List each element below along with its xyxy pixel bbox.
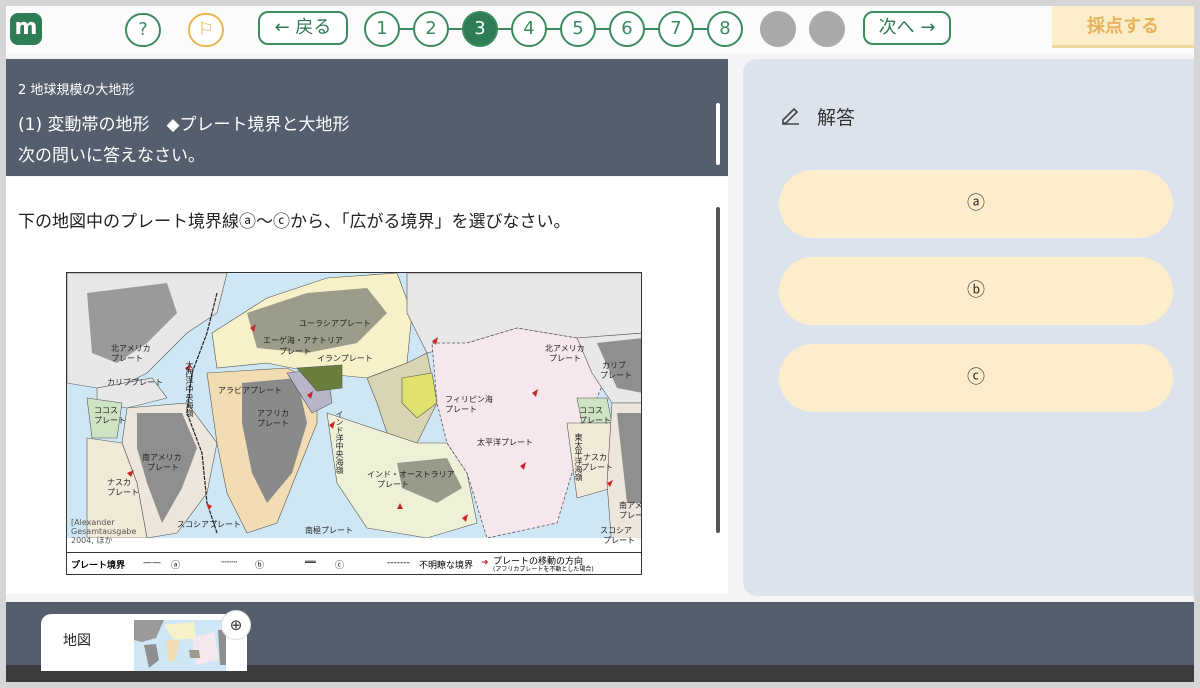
label-indo-australian: インド・オーストラリア xyxy=(367,470,455,479)
label-caribbean-right: カリブ xyxy=(602,361,626,370)
question-prompt: 下の地図中のプレート境界線ⓐ〜ⓒから、「広がる境界」を選びなさい。 xyxy=(18,212,571,232)
label-nazca-left: ナスカ xyxy=(107,478,131,487)
choice-b-button[interactable]: ⓑ xyxy=(779,257,1173,325)
label-south-america-left: 南アメリカ xyxy=(142,453,182,462)
label-scotia-right-plate: プレート xyxy=(603,536,635,545)
legend-title: プレート境界 xyxy=(71,561,126,571)
zoom-in-icon[interactable]: ⊕ xyxy=(221,610,251,640)
label-north-america-right-plate: プレート xyxy=(549,354,581,363)
header-scrollbar[interactable] xyxy=(716,103,720,165)
question-instruction: 次の問いに答えなさい。 xyxy=(18,146,205,166)
answer-title: 解答 xyxy=(817,107,856,129)
step-3-current[interactable]: 3 xyxy=(462,11,498,47)
step-1[interactable]: 1 xyxy=(364,11,400,47)
step-7[interactable]: 7 xyxy=(658,11,694,47)
body-scrollbar[interactable] xyxy=(716,207,720,533)
map-thumbnail[interactable] xyxy=(134,620,226,671)
label-africa: アフリカ xyxy=(257,409,289,418)
label-caribbean-left: カリブプレート xyxy=(107,378,163,387)
label-nazca-right-plate: プレート xyxy=(581,463,613,472)
step-5[interactable]: 5 xyxy=(560,11,596,47)
label-philippine-plate: プレート xyxy=(445,405,477,414)
label-scotia-left: スコシアプレート xyxy=(177,520,241,529)
legend-a: ⓐ xyxy=(171,561,181,571)
legend-dotted-line: ------- xyxy=(387,558,410,568)
label-south-america-left-plate: プレート xyxy=(147,463,179,472)
app-logo: m xyxy=(10,13,42,45)
top-bar: m ? ⚐ ← 戻る 1 2 3 4 5 6 7 8 次へ → 採点する xyxy=(6,6,1194,54)
legend-line-a: —— xyxy=(143,558,161,568)
label-east-pacific-rise: 東太平洋海嶺 xyxy=(574,433,583,481)
label-aegean: エーゲ海・アナトリア xyxy=(263,336,343,345)
label-scotia-right: スコシア xyxy=(600,526,632,535)
label-antarctic: 南極プレート xyxy=(305,526,353,535)
label-pacific: 太平洋プレート xyxy=(477,438,533,447)
label-eurasia: ユーラシアプレート xyxy=(299,319,371,328)
label-nazca-left-plate: プレート xyxy=(107,488,139,497)
section-title: 2 地球規模の大地形 xyxy=(18,83,135,98)
label-cocos-left: ココス xyxy=(94,406,118,415)
flag-button[interactable]: ⚐ xyxy=(188,13,224,47)
step-2[interactable]: 2 xyxy=(413,11,449,47)
map-tab-label: 地図 xyxy=(63,633,91,649)
score-button[interactable]: 採点する xyxy=(1052,6,1194,48)
step-8[interactable]: 8 xyxy=(707,11,743,47)
step-9-disabled xyxy=(760,11,796,47)
step-10-disabled xyxy=(809,11,845,47)
help-button[interactable]: ? xyxy=(125,13,161,47)
legend-line-c: ══ xyxy=(305,558,316,568)
label-aegean-plate: プレート xyxy=(279,347,311,356)
step-4[interactable]: 4 xyxy=(511,11,547,47)
legend-unclear: 不明瞭な境界 xyxy=(419,561,474,571)
legend-c: ⓒ xyxy=(335,561,345,571)
step-6[interactable]: 6 xyxy=(609,11,645,47)
choice-c-button[interactable]: ⓒ xyxy=(779,344,1173,412)
question-header: 2 地球規模の大地形 (1) 変動帯の地形 ◆プレート境界と大地形 次の問いに答… xyxy=(6,59,728,176)
map-thumbnail-drawing xyxy=(134,620,226,671)
label-south-america-right-plate: プレート xyxy=(619,511,641,520)
pencil-icon xyxy=(782,107,799,125)
label-caribbean-right-plate: プレート xyxy=(600,371,632,380)
question-body: 下の地図中のプレート境界線ⓐ〜ⓒから、「広がる境界」を選びなさい。 ユーラシアプ… xyxy=(6,177,728,594)
label-north-america-left: 北アメリカ xyxy=(111,344,151,353)
label-iran: イランプレート xyxy=(317,354,373,363)
label-south-america-right: 南アメリカ xyxy=(619,501,642,510)
label-mid-atlantic-ridge: 大西洋中央海嶺 xyxy=(185,361,194,417)
legend-arrow-note: (アフリカプレートを不動とした場合) xyxy=(493,566,594,573)
label-cocos-right: ココス xyxy=(579,406,603,415)
label-cocos-right-plate: プレート xyxy=(579,416,611,425)
label-indo-australian-plate: プレート xyxy=(377,480,409,489)
question-title: (1) 変動帯の地形 ◆プレート境界と大地形 xyxy=(18,115,350,135)
next-button[interactable]: 次へ → xyxy=(863,11,951,45)
legend-arrow-icon: ➜ xyxy=(481,558,489,568)
label-north-america-left-plate: プレート xyxy=(111,354,143,363)
plate-map-drawing xyxy=(67,273,641,553)
map-legend: プレート境界 —— ⓐ ┄┄┄ ⓑ ══ ⓒ ------- 不明瞭な境界 ➜ … xyxy=(67,552,641,574)
label-arabia: アラビアプレート xyxy=(218,386,282,395)
legend-b: ⓑ xyxy=(255,561,265,571)
legend-line-b: ┄┄┄ xyxy=(221,558,238,568)
label-north-america-right: 北アメリカ xyxy=(545,344,585,353)
label-cocos-left-plate: プレート xyxy=(94,416,126,425)
label-africa-plate: プレート xyxy=(257,419,289,428)
label-source-3: 2004, ほか xyxy=(71,536,113,545)
map-tab[interactable]: 地図 xyxy=(41,614,247,671)
label-philippine: フィリピン海 xyxy=(445,395,493,404)
plate-map: ユーラシアプレート エーゲ海・アナトリア プレート イランプレート アラビアプレ… xyxy=(66,272,642,575)
label-indian-ocean-ridge: インド洋中央海嶺 xyxy=(335,410,344,474)
back-button[interactable]: ← 戻る xyxy=(258,11,348,45)
label-nazca-right: ナスカ xyxy=(583,453,607,462)
app-frame: m ? ⚐ ← 戻る 1 2 3 4 5 6 7 8 次へ → 採点する 2 地… xyxy=(6,6,1194,682)
choice-a-button[interactable]: ⓐ xyxy=(779,170,1173,238)
answer-pane: 解答 ⓐ ⓑ ⓒ xyxy=(743,59,1194,596)
